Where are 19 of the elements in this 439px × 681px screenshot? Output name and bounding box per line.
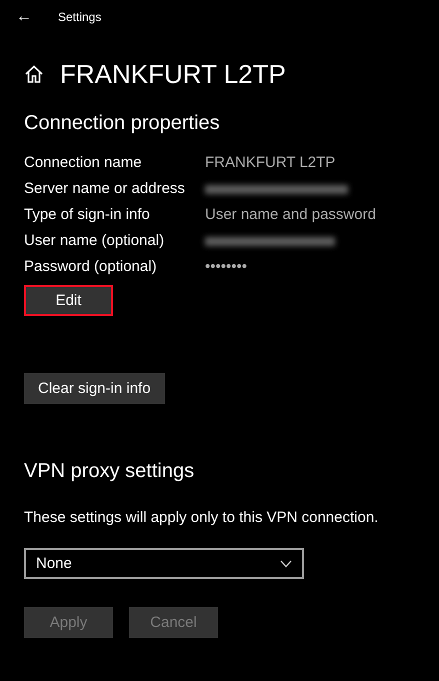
chevron-down-icon: [280, 560, 292, 568]
section-heading: VPN proxy settings: [24, 460, 196, 483]
edit-button[interactable]: Edit: [24, 285, 113, 316]
home-icon[interactable]: [24, 64, 44, 84]
field-value: FRANKFURT L2TP: [205, 153, 336, 173]
description-text: These settings will apply only to this VPN connection.: [24, 509, 380, 526]
field-label: User name (optional): [24, 231, 166, 251]
back-button[interactable]: ←: [16, 8, 32, 26]
field-label: Server name or address: [24, 179, 186, 199]
proxy-dropdown[interactable]: None: [24, 548, 304, 579]
field-label: Type of sign-in info: [24, 205, 151, 225]
section-heading: Connection properties: [24, 112, 221, 135]
field-value: User name and password: [205, 205, 377, 225]
field-value: ••••••••: [205, 257, 248, 277]
window-title: Settings: [58, 10, 102, 24]
field-label: Connection name: [24, 153, 143, 173]
clear-sign-in-button[interactable]: Clear sign-in info: [24, 373, 165, 404]
field-label: Password (optional): [24, 257, 158, 277]
page-heading: FRANKFURT L2TP: [60, 58, 286, 90]
